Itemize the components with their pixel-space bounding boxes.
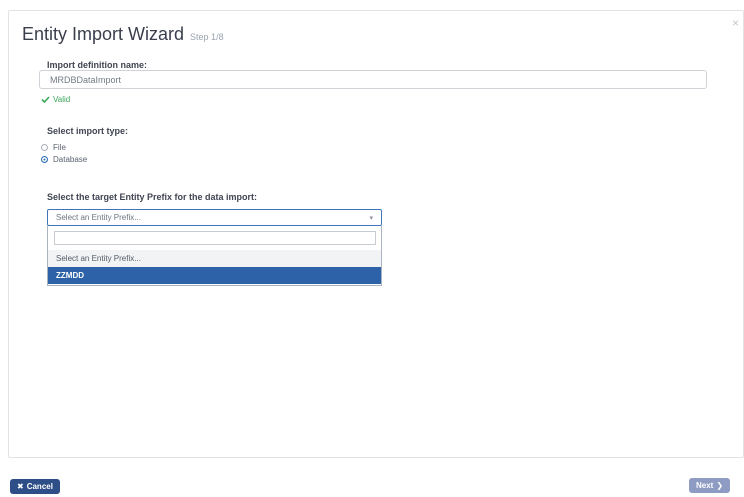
modal-header: Entity Import Wizard Step 1/8 <box>22 24 224 45</box>
close-icon: ✖ <box>17 482 24 491</box>
chevron-right-icon: ❯ <box>716 481 724 490</box>
entity-prefix-label: Select the target Entity Prefix for the … <box>47 192 258 202</box>
valid-text: Valid <box>53 95 71 104</box>
radio-file-label: File <box>53 143 66 152</box>
radio-option-database[interactable]: Database <box>41 155 87 164</box>
validation-status: Valid <box>41 95 70 104</box>
cancel-button[interactable]: ✖ Cancel <box>10 479 60 494</box>
dropdown-option-placeholder[interactable]: Select an Entity Prefix... <box>48 250 381 267</box>
radio-file-circle[interactable] <box>41 144 48 151</box>
entity-prefix-select[interactable]: Select an Entity Prefix... ▾ <box>47 209 382 226</box>
dropdown-search-input[interactable] <box>54 231 376 245</box>
definition-name-label: Import definition name: <box>47 60 147 70</box>
radio-database-label: Database <box>53 155 88 164</box>
cancel-label: Cancel <box>26 482 53 491</box>
next-button[interactable]: Next ❯ <box>689 478 731 493</box>
dropdown-option-zzmdd[interactable]: ZZMDD <box>48 267 381 284</box>
modal-title: Entity Import Wizard <box>22 24 185 44</box>
import-type-label: Select import type: <box>47 126 129 136</box>
entity-prefix-selected: Select an Entity Prefix... <box>56 213 141 222</box>
entity-prefix-dropdown: Select an Entity Prefix... ZZMDD <box>47 226 382 286</box>
radio-database-circle[interactable] <box>41 156 48 163</box>
step-indicator: Step 1/8 <box>190 32 224 42</box>
close-icon[interactable]: × <box>732 17 739 29</box>
checkmark-icon <box>41 96 50 103</box>
definition-name-value: MRDBDataImport <box>50 74 122 85</box>
next-label: Next <box>696 481 714 490</box>
definition-name-input[interactable]: MRDBDataImport <box>39 70 707 89</box>
chevron-down-icon: ▾ <box>369 214 373 222</box>
radio-option-file[interactable]: File <box>41 143 66 152</box>
